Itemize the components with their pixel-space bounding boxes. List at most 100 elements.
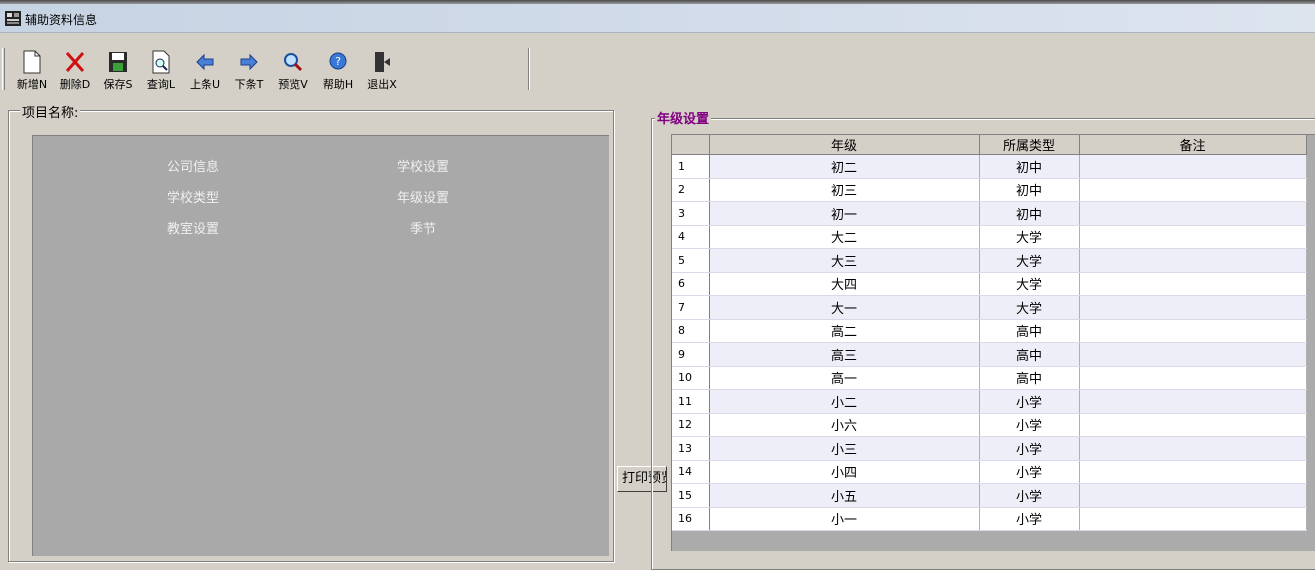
save-button[interactable]: 保存S: [97, 47, 139, 93]
row-number-cell[interactable]: 9: [672, 342, 710, 367]
table-row[interactable]: 16 小一 小学: [672, 507, 1307, 531]
row-number-cell[interactable]: 3: [672, 201, 710, 226]
type-cell[interactable]: 初中: [979, 154, 1080, 179]
table-row[interactable]: 11 小二 小学: [672, 389, 1307, 414]
type-cell[interactable]: 大学: [979, 248, 1080, 273]
note-cell[interactable]: [1079, 342, 1307, 367]
grade-cell[interactable]: 小三: [709, 436, 980, 461]
grade-cell[interactable]: 大四: [709, 272, 980, 296]
grade-cell[interactable]: 高一: [709, 366, 980, 390]
grade-cell[interactable]: 小一: [709, 507, 980, 531]
grade-cell[interactable]: 小四: [709, 460, 980, 484]
note-cell[interactable]: [1079, 507, 1307, 531]
row-number-cell[interactable]: 14: [672, 460, 710, 484]
grade-cell[interactable]: 小六: [709, 413, 980, 437]
next-button[interactable]: 下条T: [228, 47, 270, 93]
table-row[interactable]: 10 高一 高中: [672, 366, 1307, 390]
grade-cell[interactable]: 小二: [709, 389, 980, 414]
row-number-cell[interactable]: 2: [672, 178, 710, 202]
note-cell[interactable]: [1079, 413, 1307, 437]
grade-cell[interactable]: 初二: [709, 154, 980, 179]
grade-cell[interactable]: 大二: [709, 225, 980, 249]
table-row[interactable]: 2 初三 初中: [672, 178, 1307, 202]
grade-cell[interactable]: 初三: [709, 178, 980, 202]
row-number-cell[interactable]: 10: [672, 366, 710, 390]
row-number-cell[interactable]: 11: [672, 389, 710, 414]
list-item-season[interactable]: 季节: [343, 218, 503, 237]
note-column-header[interactable]: 备注: [1079, 135, 1307, 155]
type-cell[interactable]: 小学: [979, 436, 1080, 461]
table-row[interactable]: 9 高三 高中: [672, 342, 1307, 367]
note-cell[interactable]: [1079, 319, 1307, 343]
type-cell[interactable]: 初中: [979, 178, 1080, 202]
table-row[interactable]: 3 初一 初中: [672, 201, 1307, 226]
list-item-classroom-settings[interactable]: 教室设置: [113, 218, 273, 237]
note-cell[interactable]: [1079, 295, 1307, 320]
type-cell[interactable]: 小学: [979, 483, 1080, 508]
note-cell[interactable]: [1079, 366, 1307, 390]
toolbar-grip[interactable]: [2, 48, 5, 90]
type-cell[interactable]: 高中: [979, 366, 1080, 390]
table-row[interactable]: 6 大四 大学: [672, 272, 1307, 296]
type-cell[interactable]: 大学: [979, 272, 1080, 296]
help-button[interactable]: ? 帮助H: [316, 47, 360, 93]
grade-cell[interactable]: 初一: [709, 201, 980, 226]
type-cell[interactable]: 小学: [979, 460, 1080, 484]
grade-cell[interactable]: 大一: [709, 295, 980, 320]
grade-cell[interactable]: 高三: [709, 342, 980, 367]
exit-button[interactable]: 退出X: [360, 47, 404, 93]
type-column-header[interactable]: 所属类型: [979, 135, 1080, 155]
note-cell[interactable]: [1079, 248, 1307, 273]
list-item-company-info[interactable]: 公司信息: [113, 156, 273, 175]
note-cell[interactable]: [1079, 436, 1307, 461]
table-row[interactable]: 1 初二 初中: [672, 154, 1307, 179]
row-number-cell[interactable]: 12: [672, 413, 710, 437]
note-cell[interactable]: [1079, 460, 1307, 484]
type-cell[interactable]: 小学: [979, 413, 1080, 437]
grade-cell[interactable]: 高二: [709, 319, 980, 343]
type-cell[interactable]: 高中: [979, 342, 1080, 367]
query-button[interactable]: 查询L: [140, 47, 182, 93]
preview-button[interactable]: 预览V: [272, 47, 314, 93]
note-cell[interactable]: [1079, 483, 1307, 508]
note-cell[interactable]: [1079, 272, 1307, 296]
list-item-school-type[interactable]: 学校类型: [113, 187, 273, 206]
row-number-cell[interactable]: 6: [672, 272, 710, 296]
new-button[interactable]: 新增N: [10, 47, 54, 93]
note-cell[interactable]: [1079, 225, 1307, 249]
table-row[interactable]: 13 小三 小学: [672, 436, 1307, 461]
type-cell[interactable]: 小学: [979, 389, 1080, 414]
note-cell[interactable]: [1079, 389, 1307, 414]
row-number-cell[interactable]: 8: [672, 319, 710, 343]
note-cell[interactable]: [1079, 178, 1307, 202]
row-number-cell[interactable]: 5: [672, 248, 710, 273]
type-cell[interactable]: 高中: [979, 319, 1080, 343]
table-row[interactable]: 15 小五 小学: [672, 483, 1307, 508]
table-row[interactable]: 4 大二 大学: [672, 225, 1307, 249]
table-row[interactable]: 8 高二 高中: [672, 319, 1307, 343]
project-list[interactable]: 公司信息 学校设置 学校类型 年级设置 教室设置 季节: [32, 135, 609, 556]
table-row[interactable]: 7 大一 大学: [672, 295, 1307, 320]
type-cell[interactable]: 大学: [979, 295, 1080, 320]
list-item-school-settings[interactable]: 学校设置: [343, 156, 503, 175]
prev-button[interactable]: 上条U: [184, 47, 226, 93]
row-number-cell[interactable]: 7: [672, 295, 710, 320]
grade-cell[interactable]: 小五: [709, 483, 980, 508]
table-row[interactable]: 5 大三 大学: [672, 248, 1307, 273]
note-cell[interactable]: [1079, 201, 1307, 226]
grade-column-header[interactable]: 年级: [709, 135, 980, 155]
list-item-grade-settings[interactable]: 年级设置: [343, 187, 503, 206]
row-number-cell[interactable]: 16: [672, 507, 710, 531]
table-row[interactable]: 12 小六 小学: [672, 413, 1307, 437]
grade-cell[interactable]: 大三: [709, 248, 980, 273]
row-number-cell[interactable]: 15: [672, 483, 710, 508]
row-number-cell[interactable]: 1: [672, 154, 710, 179]
table-row[interactable]: 14 小四 小学: [672, 460, 1307, 484]
type-cell[interactable]: 初中: [979, 201, 1080, 226]
row-number-cell[interactable]: 13: [672, 436, 710, 461]
type-cell[interactable]: 小学: [979, 507, 1080, 531]
delete-button[interactable]: 删除D: [54, 47, 96, 93]
note-cell[interactable]: [1079, 154, 1307, 179]
row-number-cell[interactable]: 4: [672, 225, 710, 249]
type-cell[interactable]: 大学: [979, 225, 1080, 249]
